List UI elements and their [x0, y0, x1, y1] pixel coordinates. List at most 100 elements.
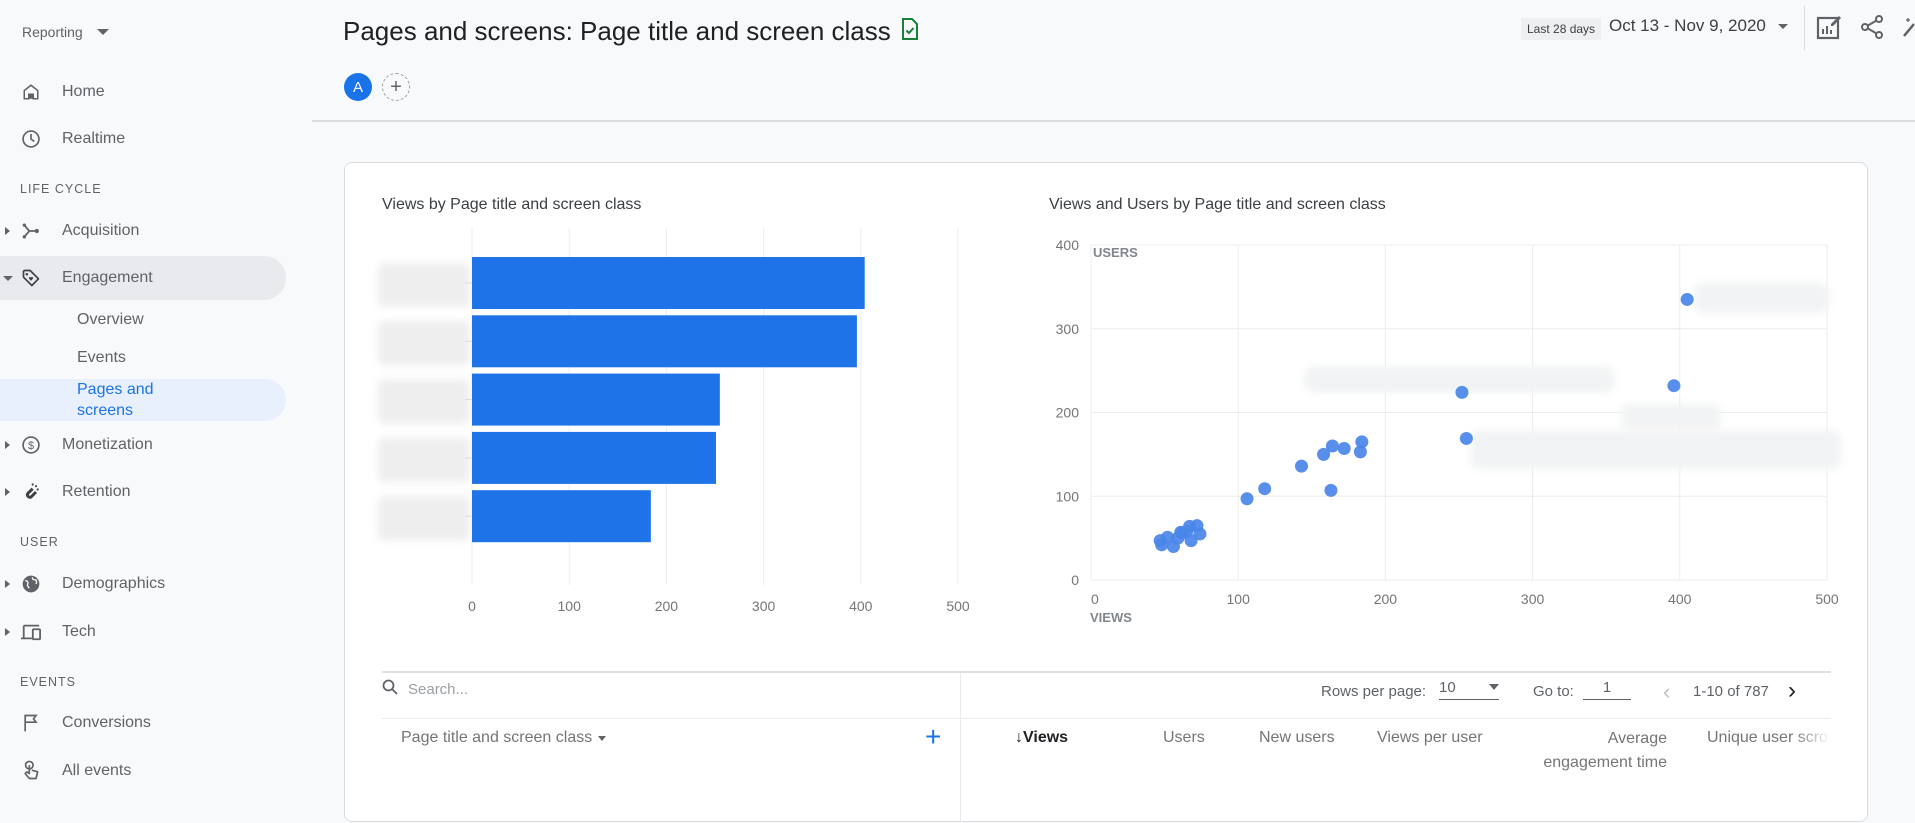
acquisition-icon: [20, 220, 42, 242]
x-axis-label: VIEWS: [1090, 610, 1132, 623]
sidebar-item-realtime[interactable]: Realtime: [0, 117, 286, 161]
x-tick-label: 200: [1374, 591, 1398, 607]
sidebar-item-tech[interactable]: Tech: [0, 610, 286, 654]
column-header-unique-user-scrolls[interactable]: Unique user scro: [1707, 729, 1831, 747]
table-search[interactable]: [382, 679, 908, 699]
sidebar-subitem-pages-and-screens[interactable]: Pages and screens: [0, 379, 286, 421]
expand-arrow-icon[interactable]: [5, 441, 10, 449]
goto-label: Go to:: [1533, 683, 1574, 700]
sidebar-item-home[interactable]: Home: [0, 70, 286, 114]
next-page-icon[interactable]: ›: [1788, 677, 1796, 705]
scatter-point: [1240, 492, 1254, 506]
header-divider: [312, 120, 1915, 122]
rows-per-page-select[interactable]: 10: [1439, 679, 1499, 700]
bar: [472, 490, 651, 543]
section-heading-events: EVENTS: [20, 675, 77, 689]
x-tick-label: 300: [752, 598, 776, 613]
column-label: Average: [1607, 730, 1667, 747]
saved-report-icon[interactable]: [901, 16, 919, 47]
scatter-chart-title: Views and Users by Page title and screen…: [1049, 196, 1386, 213]
y-tick-label: 300: [1056, 321, 1080, 337]
scatter-point: [1337, 442, 1351, 456]
sidebar-item-label: Conversions: [62, 714, 151, 731]
column-header-new-users[interactable]: New users: [1259, 729, 1335, 747]
x-tick-label: 500: [946, 598, 970, 613]
expand-arrow-icon[interactable]: [5, 227, 10, 235]
expand-arrow-icon[interactable]: [5, 580, 10, 588]
touch-icon: [20, 760, 42, 782]
customize-report-icon[interactable]: [1816, 14, 1844, 42]
dimension-column-header[interactable]: Page title and screen class: [401, 729, 607, 747]
sidebar-item-label: Realtime: [62, 130, 126, 147]
magnet-icon: [20, 481, 42, 503]
scatter-point: [1153, 534, 1167, 548]
date-range-text: Oct 13 - Nov 9, 2020: [1609, 16, 1766, 35]
goto-page-input[interactable]: 1: [1583, 679, 1631, 700]
column-header-views[interactable]: ↓Views: [1015, 729, 1068, 747]
sidebar-subitem-overview[interactable]: Overview: [0, 311, 286, 329]
column-label: Views: [1023, 729, 1069, 746]
sidebar-item-retention[interactable]: Retention: [0, 470, 286, 514]
category-label-redacted: [378, 437, 470, 482]
scatter-point: [1459, 431, 1473, 445]
sidebar-subitem-label: screens: [77, 402, 134, 419]
add-dimension-button[interactable]: +: [925, 721, 941, 753]
scatter-point: [1353, 445, 1367, 459]
sidebar-item-conversions[interactable]: Conversions: [0, 701, 286, 745]
tag-icon: [20, 267, 42, 289]
svg-text:$: $: [28, 440, 34, 452]
reporting-dropdown[interactable]: Reporting: [22, 24, 109, 40]
bar-chart-title: Views by Page title and screen class: [382, 196, 642, 213]
sidebar-item-label: Engagement: [62, 269, 153, 286]
column-header-users[interactable]: Users: [1163, 729, 1205, 747]
pagination-range: 1-10 of 787: [1693, 683, 1769, 700]
sidebar-item-label: Retention: [62, 483, 131, 500]
comparison-avatar[interactable]: A: [344, 73, 372, 101]
add-comparison-button[interactable]: +: [382, 73, 410, 101]
x-tick-label: 0: [1091, 591, 1099, 607]
x-tick-label: 400: [849, 598, 873, 613]
collapse-arrow-icon[interactable]: [3, 275, 13, 281]
sidebar-item-monetization[interactable]: $ Monetization: [0, 423, 286, 467]
globe-icon: [20, 573, 42, 595]
chevron-down-icon: [598, 735, 607, 741]
expand-arrow-icon[interactable]: [5, 628, 10, 636]
expand-arrow-icon[interactable]: [5, 488, 10, 496]
y-tick-label: 0: [1071, 572, 1079, 588]
share-icon[interactable]: [1860, 14, 1888, 42]
section-heading-user: USER: [20, 535, 59, 549]
search-input[interactable]: [408, 680, 908, 698]
point-label-redacted: [1620, 404, 1721, 431]
sidebar-item-demographics[interactable]: Demographics: [0, 562, 286, 606]
y-tick-label: 100: [1056, 488, 1080, 504]
date-range-chip: Last 28 days: [1521, 18, 1602, 40]
date-range-picker[interactable]: Oct 13 - Nov 9, 2020: [1609, 16, 1788, 36]
dollar-icon: $: [20, 434, 42, 456]
column-header-views-per-user[interactable]: Views per user: [1377, 729, 1483, 747]
bar: [472, 257, 865, 309]
sidebar-item-label: Acquisition: [62, 222, 140, 239]
chevron-down-icon: [1489, 684, 1499, 690]
previous-page-icon[interactable]: ‹: [1663, 679, 1670, 705]
sidebar-item-engagement[interactable]: Engagement: [0, 256, 286, 300]
scatter-chart: 0 100 200 300 400 500 0 100 200 300 400 VIEWS USERS: [1056, 237, 1841, 623]
sidebar-subitem-events[interactable]: Events: [0, 349, 286, 367]
sort-arrow-icon: ↓: [1015, 729, 1023, 746]
y-tick-label: 400: [1056, 237, 1080, 253]
column-header-avg-engagement-time[interactable]: Average engagement time: [1525, 727, 1667, 775]
bar: [472, 315, 857, 368]
x-tick-label: 500: [1815, 591, 1839, 607]
page-title-row: Pages and screens: Page title and screen…: [343, 16, 919, 47]
sidebar-item-label: Home: [62, 83, 105, 100]
reporting-label: Reporting: [22, 24, 83, 40]
scatter-point: [1455, 385, 1469, 399]
toolbar-divider: [1804, 6, 1805, 50]
insights-icon[interactable]: [1902, 14, 1915, 42]
dimension-header-label: Page title and screen class: [401, 729, 593, 746]
category-label-redacted: [378, 263, 470, 307]
x-tick-label: 100: [1227, 591, 1251, 607]
sidebar-item-all-events[interactable]: All events: [0, 749, 286, 793]
point-label-redacted: [1694, 282, 1829, 313]
sidebar-item-label: All events: [62, 762, 132, 779]
sidebar-item-acquisition[interactable]: Acquisition: [0, 209, 286, 253]
